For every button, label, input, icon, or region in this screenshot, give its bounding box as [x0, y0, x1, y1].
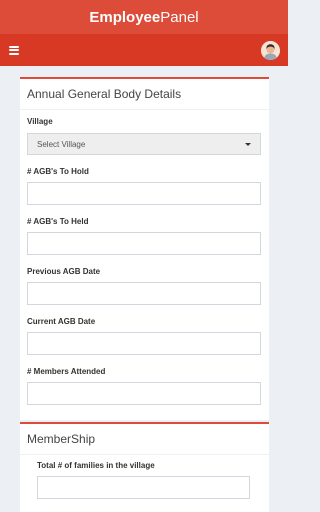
current-agb-date-input[interactable] — [27, 332, 261, 355]
total-families-label: Total # of families in the village — [37, 461, 155, 470]
members-attended-label: # Members Attended — [27, 367, 106, 376]
agb-section-title: Annual General Body Details — [20, 79, 269, 110]
hamburger-menu-icon[interactable] — [9, 45, 19, 55]
agb-details-panel: Annual General Body Details Village Sele… — [20, 77, 269, 420]
agbs-to-held-input[interactable] — [27, 232, 261, 255]
caret-down-icon — [245, 143, 251, 146]
membership-panel: MemberShip Total # of families in the vi… — [20, 422, 269, 512]
user-avatar-icon[interactable] — [261, 40, 280, 60]
current-agb-date-label: Current AGB Date — [27, 317, 96, 326]
agbs-to-hold-input[interactable] — [27, 182, 261, 205]
village-select-value: Select Village — [37, 140, 86, 149]
previous-agb-date-input[interactable] — [27, 282, 261, 305]
previous-agb-date-label: Previous AGB Date — [27, 267, 101, 276]
brand-name-light: Panel — [160, 8, 199, 26]
agbs-to-held-label: # AGB's To Held — [27, 217, 89, 226]
agbs-to-hold-label: # AGB's To Hold — [27, 167, 89, 176]
total-families-input[interactable] — [37, 476, 250, 499]
app-header: Employee Panel — [0, 0, 288, 34]
brand-name-bold: Employee — [89, 8, 161, 26]
village-label: Village — [27, 117, 53, 126]
navbar — [0, 34, 288, 66]
members-attended-input[interactable] — [27, 382, 261, 405]
membership-section-title: MemberShip — [20, 424, 269, 455]
village-select[interactable]: Select Village — [27, 133, 261, 155]
